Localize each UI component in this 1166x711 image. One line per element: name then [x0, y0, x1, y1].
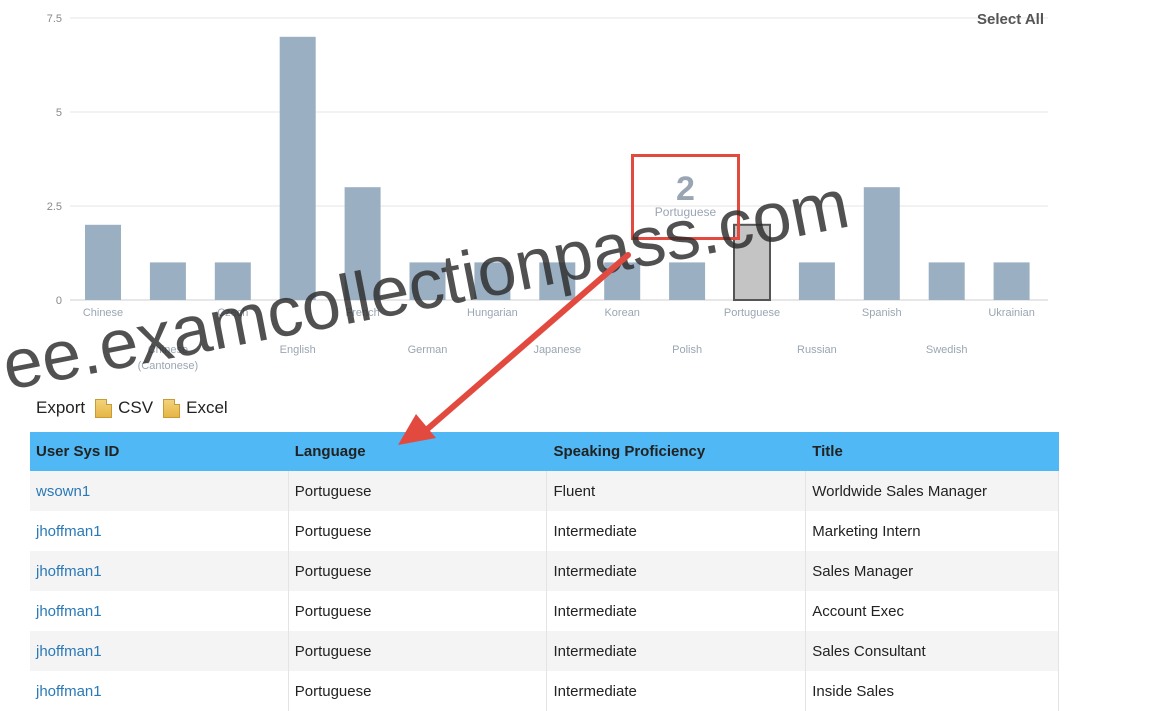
x-tick-label: German — [408, 344, 448, 356]
user-sys-id-link[interactable]: jhoffman1 — [30, 671, 289, 711]
user-sys-id-link[interactable]: jhoffman1 — [30, 631, 289, 671]
x-tick-label: Japanese — [533, 344, 581, 356]
x-tick-label: Ukrainian — [988, 307, 1034, 319]
csv-file-icon — [95, 398, 113, 418]
user-sys-id-link[interactable]: jhoffman1 — [30, 551, 289, 591]
chart-canvas: 0 2.5 5 7.5 Chinese Chinese (Cantonese) Czech En… — [47, 13, 1048, 372]
x-tick-label: English — [280, 344, 316, 356]
user-sys-id-link[interactable]: wsown1 — [30, 471, 289, 511]
user-sys-id-link[interactable]: jhoffman1 — [30, 591, 289, 631]
tooltip-label: Portuguese — [654, 205, 717, 219]
table-row: jhoffman1 Portuguese Intermediate Accoun… — [30, 591, 1059, 631]
chart-bar[interactable] — [279, 36, 316, 301]
tooltip-value: 2 — [676, 170, 695, 208]
chart-bar[interactable] — [993, 262, 1030, 300]
title-cell: Inside Sales — [805, 671, 1059, 711]
y-tick-label: 5 — [56, 107, 62, 119]
y-tick-label: 7.5 — [47, 13, 62, 25]
x-tick-label: Korean — [604, 307, 639, 319]
chart-bar[interactable] — [474, 262, 511, 300]
highlighted-tooltip: 2 Portuguese — [631, 154, 740, 240]
chart-bar[interactable] — [85, 224, 121, 300]
language-cell: Portuguese — [288, 671, 548, 711]
chart-bar[interactable] — [149, 262, 186, 300]
export-label: Export — [36, 398, 86, 417]
chart-bar[interactable] — [214, 262, 251, 300]
x-tick-label: Spanish — [862, 307, 902, 319]
excel-file-icon — [163, 398, 181, 418]
table-header-row: User Sys ID Language Speaking Proficienc… — [30, 432, 1059, 471]
y-tick-label: 0 — [56, 295, 62, 307]
export-csv-button[interactable]: CSV — [95, 398, 153, 418]
table-row: jhoffman1 Portuguese Intermediate Sales … — [30, 631, 1059, 671]
x-tick-label: Polish — [672, 344, 702, 356]
x-tick-label: Russian — [797, 344, 837, 356]
language-cell: Portuguese — [288, 551, 548, 591]
proficiency-cell: Intermediate — [546, 631, 807, 671]
column-header-title[interactable]: Title — [805, 432, 1059, 471]
y-tick-label: 2.5 — [47, 201, 62, 213]
table-row: wsown1 Portuguese Fluent Worldwide Sales… — [30, 471, 1059, 511]
chart-bar[interactable] — [669, 262, 706, 300]
title-cell: Sales Consultant — [805, 631, 1059, 671]
x-tick-label: Portuguese — [724, 307, 780, 319]
proficiency-cell: Intermediate — [546, 591, 807, 631]
title-cell: Sales Manager — [805, 551, 1059, 591]
chart-bar[interactable] — [863, 187, 900, 300]
chart-bar[interactable] — [604, 262, 641, 300]
chart-bar[interactable] — [928, 262, 965, 300]
csv-label: CSV — [118, 398, 154, 417]
proficiency-cell: Intermediate — [546, 551, 807, 591]
results-table: User Sys ID Language Speaking Proficienc… — [30, 432, 1059, 711]
x-tick-label: Hungarian — [467, 307, 518, 319]
column-header-user-sys-id[interactable]: User Sys ID — [30, 432, 289, 471]
language-cell: Portuguese — [288, 631, 548, 671]
language-bar-chart: 0 2.5 5 7.5 Chinese Chinese (Cantonese) Czech En… — [0, 0, 1166, 390]
language-cell: Portuguese — [288, 471, 548, 511]
language-cell: Portuguese — [288, 511, 548, 551]
chart-bar[interactable] — [344, 187, 381, 300]
export-excel-button[interactable]: Excel — [163, 398, 228, 418]
column-header-language[interactable]: Language — [288, 432, 548, 471]
chart-bar[interactable] — [539, 262, 576, 300]
title-cell: Worldwide Sales Manager — [805, 471, 1059, 511]
x-tick-label: Chinese — [148, 344, 188, 356]
proficiency-cell: Intermediate — [546, 511, 807, 551]
select-all-link[interactable]: Select All — [977, 11, 1044, 28]
column-header-speaking-proficiency[interactable]: Speaking Proficiency — [546, 432, 807, 471]
table-row: jhoffman1 Portuguese Intermediate Sales … — [30, 551, 1059, 591]
user-sys-id-link[interactable]: jhoffman1 — [30, 511, 289, 551]
proficiency-cell: Intermediate — [546, 671, 807, 711]
proficiency-cell: Fluent — [546, 471, 807, 511]
x-tick-label: (Cantonese) — [138, 360, 199, 372]
table-row: jhoffman1 Portuguese Intermediate Inside… — [30, 671, 1059, 711]
x-tick-label: Czech — [217, 307, 248, 319]
title-cell: Marketing Intern — [805, 511, 1059, 551]
title-cell: Account Exec — [805, 591, 1059, 631]
excel-label: Excel — [186, 398, 228, 417]
x-tick-label: French — [345, 307, 379, 319]
export-toolbar: Export CSV Excel — [36, 398, 228, 418]
chart-bar[interactable] — [798, 262, 835, 300]
table-row: jhoffman1 Portuguese Intermediate Market… — [30, 511, 1059, 551]
x-tick-label: Chinese — [83, 307, 123, 319]
language-cell: Portuguese — [288, 591, 548, 631]
chart-bar[interactable] — [409, 262, 446, 300]
x-tick-label: Swedish — [926, 344, 968, 356]
